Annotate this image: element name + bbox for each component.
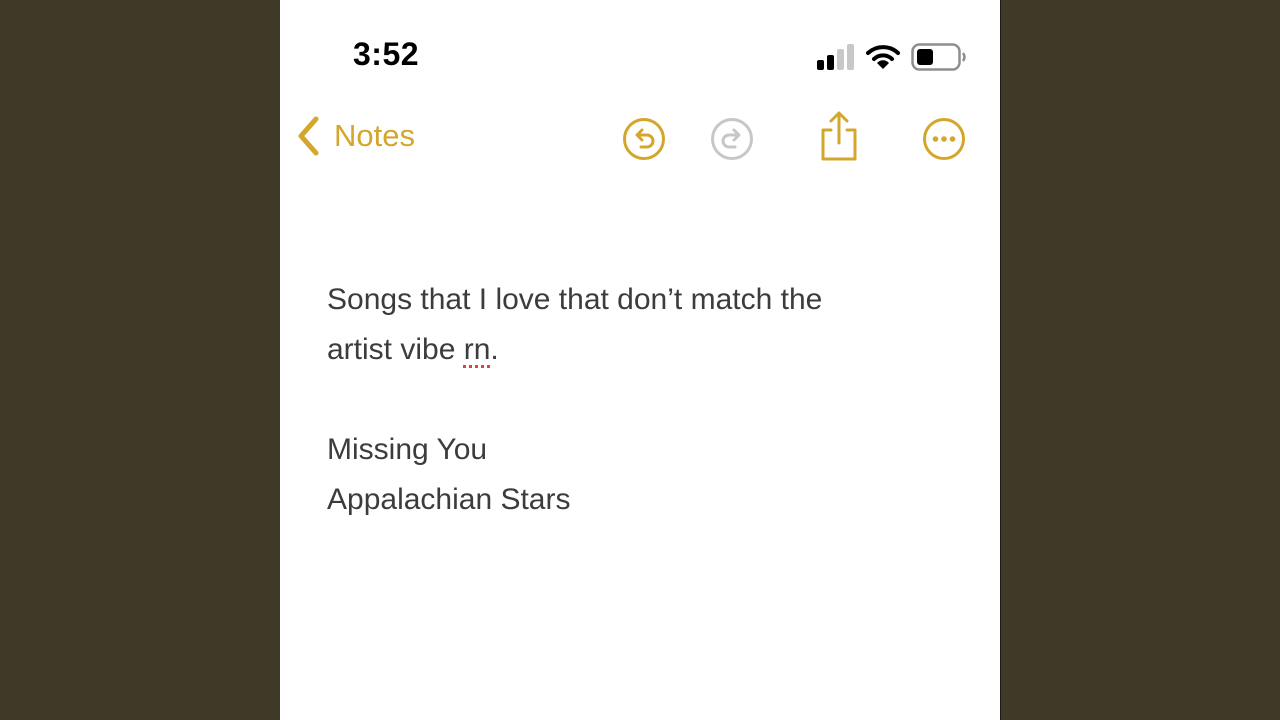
note-line: artist vibe rn. xyxy=(327,325,947,375)
note-empty-line xyxy=(327,375,947,425)
status-time: 3:52 xyxy=(353,36,420,72)
more-icon[interactable] xyxy=(922,117,966,161)
misspelled-word[interactable]: rn xyxy=(464,333,491,366)
undo-icon[interactable] xyxy=(622,117,666,161)
note-line: Missing You xyxy=(327,433,488,466)
battery-icon xyxy=(911,43,966,71)
note-text: . xyxy=(490,333,499,366)
note-line: Appalachian Stars xyxy=(327,483,571,516)
phone-screen: 3:52 Notes Songs that I love that don’t … xyxy=(280,0,1001,720)
back-label: Notes xyxy=(334,118,415,153)
wifi-icon xyxy=(866,45,900,69)
note-line: Songs that I love that don’t match the xyxy=(327,283,823,316)
redo-icon[interactable] xyxy=(710,117,754,161)
cellular-signal-icon xyxy=(817,44,854,70)
back-button[interactable]: Notes xyxy=(296,116,415,156)
chevron-left-icon xyxy=(298,116,319,156)
note-editor[interactable]: Songs that I love that don’t match the a… xyxy=(327,275,947,525)
share-icon[interactable] xyxy=(817,110,861,162)
note-text: artist vibe xyxy=(327,333,464,366)
